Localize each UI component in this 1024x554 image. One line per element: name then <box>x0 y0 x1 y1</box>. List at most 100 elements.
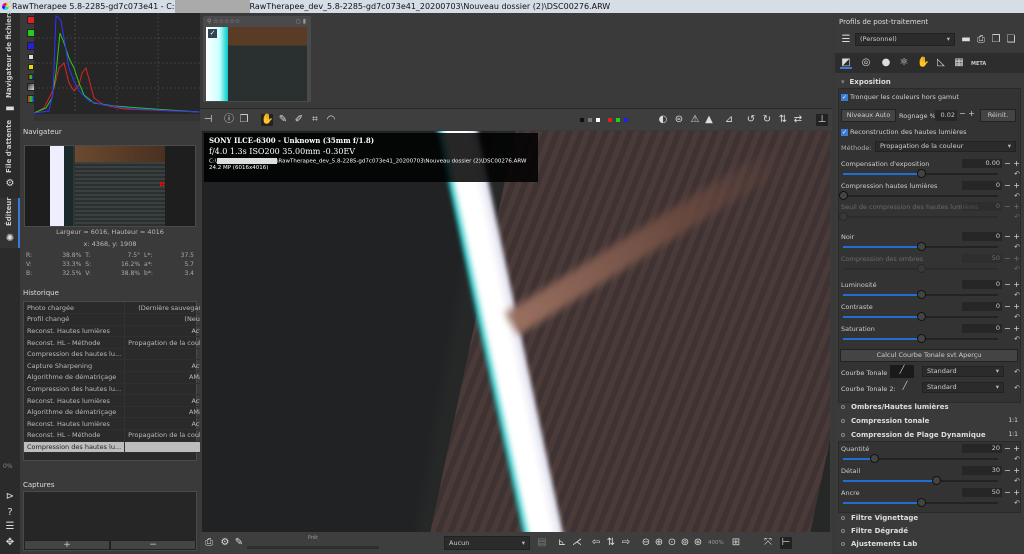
profile-select-icon[interactable]: ▤ <box>536 537 548 549</box>
slider-7-reset-icon[interactable]: ↶ <box>1014 335 1020 343</box>
drc-slider-1-slider[interactable] <box>843 476 998 485</box>
copy-profile-icon[interactable]: ❐ <box>990 34 1002 46</box>
crop-guides-icon[interactable]: ⋌ <box>571 537 583 549</box>
history-row[interactable]: Reconst. HL - Méthode Propagation de la c… <box>24 336 215 349</box>
folder-icon[interactable]: ▬ <box>4 103 16 115</box>
hide-left-panel-icon[interactable]: ⊣ <box>202 114 214 126</box>
curve-1-reset-icon[interactable]: ↶ <box>1014 368 1020 376</box>
section-header[interactable]: Compression tonale 1:1 <box>841 417 1018 425</box>
rating-stars[interactable]: ⚲ ☆☆☆☆☆ <box>207 18 240 25</box>
history-row[interactable]: Reconst. HL - Méthode Propagation de la c… <box>24 429 215 442</box>
exposure-section-header[interactable]: ▾ Exposition <box>841 78 891 86</box>
history-row[interactable]: Photo chargée (Dernière sauvegarde) <box>24 302 215 314</box>
section-header[interactable]: Filtre Dégradé <box>841 527 908 535</box>
zoom-in-icon[interactable]: ⊕ <box>653 537 665 549</box>
slider-6-stepper[interactable]: − + <box>1004 302 1020 311</box>
highlight-warning-icon[interactable]: ⚠ <box>689 114 701 126</box>
drc-slider-1-reset-icon[interactable]: ↶ <box>1014 477 1020 485</box>
clip-gamut-checkbox[interactable]: ✓ Tronquer les couleurs hors gamut <box>841 93 959 101</box>
gears-icon[interactable]: ⚙ <box>4 178 16 190</box>
history-row[interactable]: Algorithme de dématriçageAMaZE <box>24 371 215 384</box>
sync-icon[interactable]: ⇅ <box>605 537 617 549</box>
slider-3-slider-knob[interactable] <box>916 242 926 251</box>
history-row[interactable]: Profil changé (Neutre) <box>24 313 215 326</box>
lock-icon[interactable]: ⊾ <box>556 537 568 549</box>
slider-1-slider-knob[interactable] <box>839 191 848 200</box>
hl-reconstruction-checkbox[interactable]: ✓ Reconstruction des hautes lumières <box>841 128 967 136</box>
slider-4-slider-knob[interactable] <box>916 264 926 273</box>
tone-curve-2-mode-select[interactable]: Standard <box>922 382 1004 393</box>
history-list[interactable]: Photo chargée (Dernière sauvegarde) Profil… <box>23 301 215 461</box>
hide-right-panel-icon[interactable]: ⊥ <box>816 114 828 126</box>
checkmark-icon[interactable]: ✓ <box>208 29 217 38</box>
section-header[interactable]: Ombres/Hautes lumières <box>841 403 1018 411</box>
slider-1-value-input[interactable]: 0 <box>962 181 1002 190</box>
auto-tone-curve-button[interactable]: Calcul Courbe Tonale svt Aperçu <box>840 349 1018 362</box>
slider-3-reset-icon[interactable]: ↶ <box>1014 243 1020 251</box>
drc-slider-0-reset-icon[interactable]: ↶ <box>1014 455 1020 463</box>
section-toggle-icon[interactable] <box>841 516 845 520</box>
slider-0-value-input[interactable]: 0.00 <box>962 159 1002 168</box>
zoom-out-icon[interactable]: ⊖ <box>640 537 652 549</box>
drc-slider-1-value-input[interactable]: 30 <box>962 466 1002 475</box>
drc-slider-0-stepper[interactable]: − + <box>1004 444 1020 453</box>
help-icon[interactable]: ? <box>4 507 16 519</box>
drc-slider-2-reset-icon[interactable]: ↶ <box>1014 499 1020 507</box>
before-after-icon[interactable]: ❐ <box>238 114 250 126</box>
slider-5-stepper[interactable]: − + <box>1004 280 1020 289</box>
clip-percent-stepper[interactable]: − + <box>959 109 975 118</box>
slider-5-slider[interactable] <box>843 290 998 299</box>
drc-slider-2-value-input[interactable]: 50 <box>962 488 1002 497</box>
navigator-preview[interactable] <box>24 145 196 227</box>
slider-1-reset-icon[interactable]: ↶ <box>1014 192 1020 200</box>
drc-slider-2-stepper[interactable]: − + <box>1004 488 1020 497</box>
clip-percent-input[interactable]: 0.02 <box>935 110 957 121</box>
history-row[interactable]: Reconst. Hautes lumièresActivé <box>24 394 215 407</box>
slider-5-reset-icon[interactable]: ↶ <box>1014 291 1020 299</box>
navigator-view-rect[interactable] <box>160 182 164 186</box>
tab-advanced-icon[interactable]: ⚛ <box>898 57 910 69</box>
section-toggle-icon[interactable] <box>841 529 845 533</box>
fullscreen-toggle-icon[interactable]: ⤧ <box>762 537 774 549</box>
filmstrip-thumbnail[interactable]: ⚲ ☆☆☆☆☆ ○ ▮ ✓ <box>203 16 311 102</box>
save-profile-icon[interactable]: ⎙ <box>975 34 987 46</box>
add-capture-button[interactable]: + <box>24 540 110 550</box>
tab-meta[interactable]: META <box>971 61 986 67</box>
slider-3-value-input[interactable]: 0 <box>962 232 1002 241</box>
drc-slider-2-slider[interactable] <box>843 498 998 507</box>
zoom-fit-crop-icon[interactable]: ⊚ <box>679 537 691 549</box>
slider-4-value-input[interactable]: 50 <box>962 254 1002 263</box>
slider-0-slider[interactable] <box>843 169 998 178</box>
curve-2-type-button[interactable]: ╱ <box>893 381 917 394</box>
paste-profile-icon[interactable]: ❏ <box>1005 34 1017 46</box>
history-row[interactable]: Compression des hautes lu...57 <box>24 348 215 360</box>
slider-2-value-input[interactable]: 0 <box>962 202 1002 211</box>
queue-icon[interactable]: ⚙ <box>219 537 231 549</box>
slider-2-slider-knob[interactable] <box>839 212 848 221</box>
aperture-icon[interactable]: ✺ <box>4 233 16 245</box>
auto-levels-button[interactable]: Niveaux Auto <box>841 109 896 122</box>
slider-0-stepper[interactable]: − + <box>1004 159 1020 168</box>
section-header[interactable]: Ajustements Lab <box>841 540 917 548</box>
trash-icon[interactable]: ○ ▮ <box>296 18 306 25</box>
slider-4-stepper[interactable]: − + <box>1004 254 1020 263</box>
next-image-icon[interactable]: ⇨ <box>620 537 632 549</box>
slider-6-slider-knob[interactable] <box>916 312 926 321</box>
tab-exposure-icon[interactable]: ◩ <box>840 57 852 69</box>
flip-vertical-icon[interactable]: ⇅ <box>777 114 789 126</box>
section-header[interactable]: Filtre Vignettage <box>841 514 918 522</box>
profile-select[interactable]: (Personnel) <box>855 33 955 46</box>
drc-slider-0-slider[interactable] <box>843 454 998 463</box>
slider-0-reset-icon[interactable]: ↶ <box>1014 170 1020 178</box>
section-toggle-icon[interactable] <box>841 419 845 423</box>
external-editor-icon[interactable]: ✎ <box>233 537 245 549</box>
section-header[interactable]: Compression de Plage Dynamique 1:1 <box>841 431 1018 439</box>
slider-2-slider[interactable] <box>839 212 998 221</box>
slider-5-value-input[interactable]: 0 <box>962 280 1002 289</box>
new-detail-window-icon[interactable]: ⊞ <box>730 537 742 549</box>
show-panels-icon[interactable]: ⊢ <box>780 537 792 549</box>
image-preview[interactable]: SONY ILCE-6300 - Unknown (35mm f/1.8) f/… <box>202 131 830 532</box>
hand-tool-icon[interactable]: ✋ <box>261 114 273 126</box>
hl-method-select[interactable]: Propagation de la couleur <box>875 141 1016 152</box>
tab-detail-icon[interactable]: ◎ <box>860 57 872 69</box>
